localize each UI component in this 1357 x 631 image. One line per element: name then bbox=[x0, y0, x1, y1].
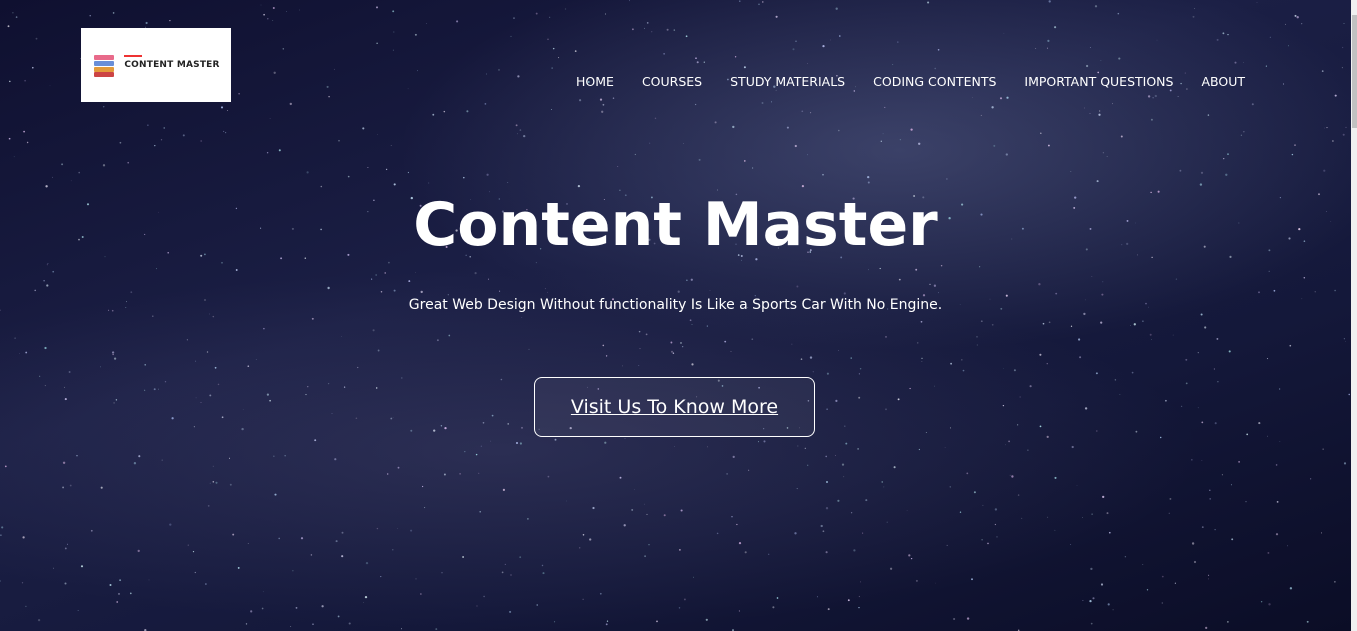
visit-us-button[interactable]: Visit Us To Know More bbox=[534, 377, 815, 437]
nav-study-materials[interactable]: STUDY MATERIALS bbox=[730, 74, 845, 89]
nav-home[interactable]: HOME bbox=[576, 74, 614, 89]
hero-subtitle: Great Web Design Without functionality I… bbox=[408, 297, 943, 313]
nav-about[interactable]: ABOUT bbox=[1201, 74, 1245, 89]
main-nav: HOME COURSES STUDY MATERIALS CODING CONT… bbox=[576, 74, 1245, 89]
books-icon bbox=[92, 53, 118, 77]
logo-text: CONTENT MASTER bbox=[124, 55, 220, 70]
scrollbar-thumb[interactable] bbox=[1352, 15, 1357, 128]
nav-coding-contents[interactable]: CODING CONTENTS bbox=[873, 74, 996, 89]
hero-section: CONTENT MASTER HOME COURSES STUDY MATERI… bbox=[0, 0, 1351, 631]
nav-important-questions[interactable]: IMPORTANT QUESTIONS bbox=[1024, 74, 1173, 89]
logo[interactable]: CONTENT MASTER bbox=[81, 28, 231, 102]
nav-courses[interactable]: COURSES bbox=[642, 74, 702, 89]
hero-title: Content Master bbox=[413, 190, 938, 260]
